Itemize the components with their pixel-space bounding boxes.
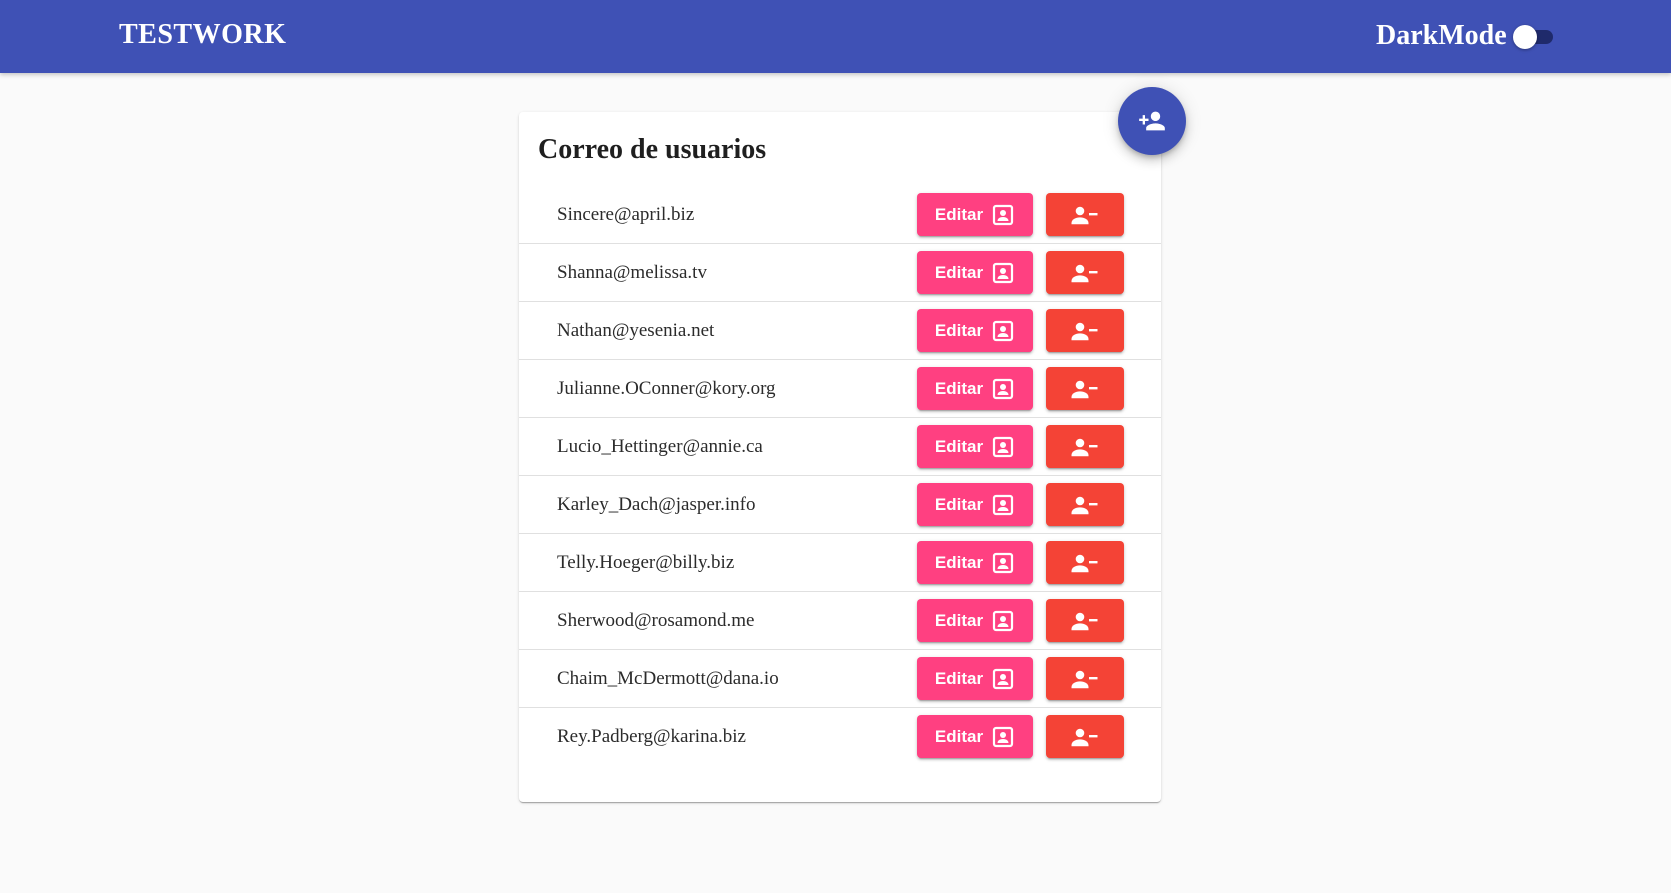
- edit-button[interactable]: Editar: [917, 309, 1033, 352]
- user-email: Sincere@april.biz: [557, 204, 695, 225]
- contact-card-icon: [991, 377, 1015, 401]
- app-bar: TESTWORK DarkMode: [0, 0, 1671, 73]
- contact-card-icon: [991, 725, 1015, 749]
- person-remove-icon: [1070, 319, 1100, 343]
- user-email: Rey.Padberg@karina.biz: [557, 726, 746, 747]
- list-item: Shanna@melissa.tv Editar: [519, 244, 1161, 302]
- delete-button[interactable]: [1046, 657, 1124, 700]
- delete-button[interactable]: [1046, 367, 1124, 410]
- delete-button[interactable]: [1046, 715, 1124, 758]
- list-item: Chaim_McDermott@dana.io Editar: [519, 650, 1161, 708]
- darkmode-control: DarkMode: [1376, 18, 1557, 54]
- edit-button-label: Editar: [934, 726, 984, 746]
- list-item: Julianne.OConner@kory.org Editar: [519, 360, 1161, 418]
- brand-title: TESTWORK: [119, 19, 287, 50]
- edit-button-label: Editar: [934, 668, 984, 688]
- person-remove-icon: [1070, 609, 1100, 633]
- delete-button[interactable]: [1046, 193, 1124, 236]
- user-email: Julianne.OConner@kory.org: [557, 378, 776, 399]
- person-remove-icon: [1070, 435, 1100, 459]
- edit-button[interactable]: Editar: [917, 483, 1033, 526]
- add-user-button[interactable]: [1118, 87, 1186, 155]
- list-item: Karley_Dach@jasper.info Editar: [519, 476, 1161, 534]
- user-list: Sincere@april.biz Editar Shanna@melissa.…: [519, 186, 1161, 766]
- list-item: Sherwood@rosamond.me Editar: [519, 592, 1161, 650]
- edit-button-label: Editar: [934, 552, 984, 572]
- user-email: Sherwood@rosamond.me: [557, 610, 755, 631]
- edit-button[interactable]: Editar: [917, 367, 1033, 410]
- person-remove-icon: [1070, 667, 1100, 691]
- contact-card-icon: [991, 319, 1015, 343]
- contact-card-icon: [991, 493, 1015, 517]
- delete-button[interactable]: [1046, 541, 1124, 584]
- list-item: Nathan@yesenia.net Editar: [519, 302, 1161, 360]
- edit-button-label: Editar: [934, 378, 984, 398]
- person-remove-icon: [1070, 377, 1100, 401]
- edit-button[interactable]: Editar: [917, 541, 1033, 584]
- contact-card-icon: [991, 203, 1015, 227]
- delete-button[interactable]: [1046, 483, 1124, 526]
- list-item: Lucio_Hettinger@annie.ca Editar: [519, 418, 1161, 476]
- edit-button-label: Editar: [934, 494, 984, 514]
- edit-button-label: Editar: [934, 436, 984, 456]
- user-email: Nathan@yesenia.net: [557, 320, 715, 341]
- contact-card-icon: [991, 551, 1015, 575]
- darkmode-toggle[interactable]: [1509, 22, 1557, 50]
- edit-button[interactable]: Editar: [917, 657, 1033, 700]
- edit-button-label: Editar: [934, 320, 984, 340]
- delete-button[interactable]: [1046, 309, 1124, 352]
- delete-button[interactable]: [1046, 425, 1124, 468]
- person-remove-icon: [1070, 725, 1100, 749]
- user-email: Karley_Dach@jasper.info: [557, 494, 756, 515]
- card-title: Correo de usuarios: [538, 134, 767, 165]
- user-email: Shanna@melissa.tv: [557, 262, 707, 283]
- edit-button-label: Editar: [934, 262, 984, 282]
- contact-card-icon: [991, 609, 1015, 633]
- edit-button-label: Editar: [934, 204, 984, 224]
- edit-button[interactable]: Editar: [917, 193, 1033, 236]
- person-remove-icon: [1070, 203, 1100, 227]
- list-item: Telly.Hoeger@billy.biz Editar: [519, 534, 1161, 592]
- user-email: Chaim_McDermott@dana.io: [557, 668, 779, 689]
- contact-card-icon: [991, 435, 1015, 459]
- users-card: Correo de usuarios Sincere@april.biz Edi…: [519, 112, 1161, 802]
- edit-button[interactable]: Editar: [917, 715, 1033, 758]
- toggle-thumb: [1512, 25, 1537, 49]
- darkmode-label: DarkMode: [1376, 20, 1507, 51]
- edit-button-label: Editar: [934, 610, 984, 630]
- edit-button[interactable]: Editar: [917, 425, 1033, 468]
- person-remove-icon: [1070, 493, 1100, 517]
- delete-button[interactable]: [1046, 599, 1124, 642]
- list-item: Sincere@april.biz Editar: [519, 186, 1161, 244]
- edit-button[interactable]: Editar: [917, 599, 1033, 642]
- user-email: Lucio_Hettinger@annie.ca: [557, 436, 763, 457]
- contact-card-icon: [991, 667, 1015, 691]
- edit-button[interactable]: Editar: [917, 251, 1033, 294]
- person-remove-icon: [1070, 261, 1100, 285]
- delete-button[interactable]: [1046, 251, 1124, 294]
- person-remove-icon: [1070, 551, 1100, 575]
- person-add-icon: [1138, 107, 1166, 135]
- user-email: Telly.Hoeger@billy.biz: [557, 552, 735, 573]
- list-item: Rey.Padberg@karina.biz Editar: [519, 708, 1161, 766]
- contact-card-icon: [991, 261, 1015, 285]
